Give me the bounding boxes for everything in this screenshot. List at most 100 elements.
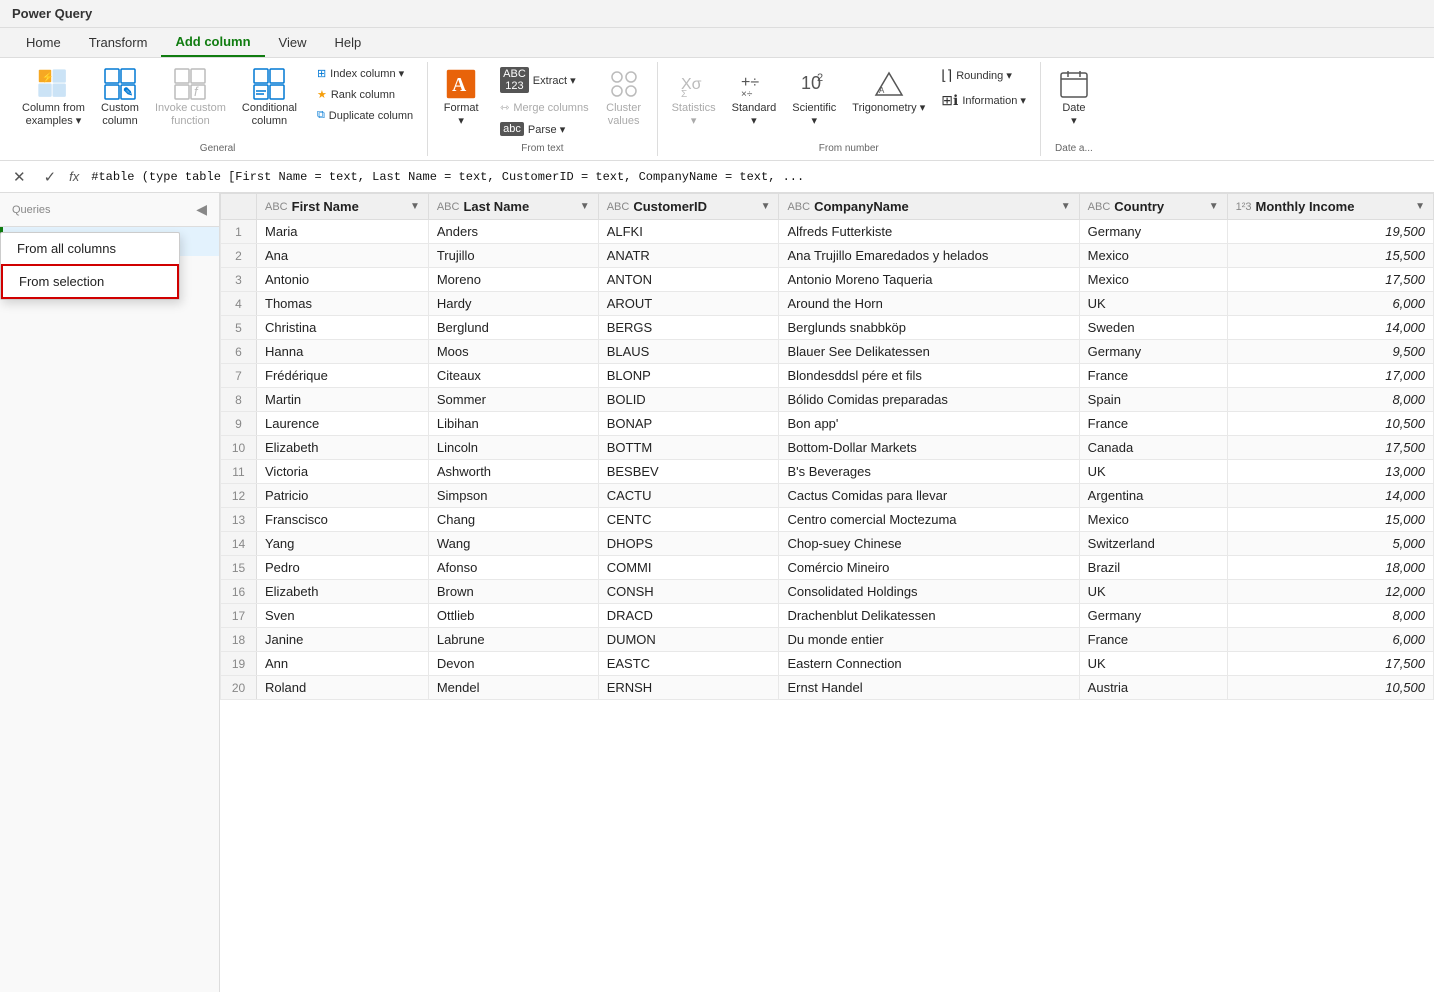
table-cell: Germany: [1079, 340, 1227, 364]
merge-columns-label: Merge columns: [513, 102, 588, 114]
table-cell: Ernst Handel: [779, 676, 1079, 700]
table-cell: 8,000: [1227, 388, 1433, 412]
date-button[interactable]: Date▾: [1049, 64, 1099, 132]
table-cell: Chang: [428, 508, 598, 532]
formula-accept-button[interactable]: ✓: [39, 166, 62, 188]
table-row[interactable]: 20RolandMendelERNSHErnst HandelAustria10…: [221, 676, 1434, 700]
rounding-button[interactable]: ⌊⌉ Rounding ▾: [935, 64, 1032, 87]
parse-button[interactable]: abc Parse ▾: [494, 119, 594, 139]
statistics-button[interactable]: Xσ Σ Statistics▾: [666, 64, 722, 132]
filter-country[interactable]: ▼: [1209, 201, 1219, 212]
rank-column-button[interactable]: ★ Rank column: [311, 85, 419, 104]
cluster-values-button[interactable]: Clustervalues: [599, 64, 649, 132]
extract-button[interactable]: ABC123 Extract ▾: [494, 64, 594, 96]
merge-columns-button[interactable]: ⇿ Merge columns: [494, 98, 594, 117]
svg-text:A: A: [452, 75, 466, 96]
table-row[interactable]: 2AnaTrujilloANATRAna Trujillo Emaredados…: [221, 244, 1434, 268]
sidebar-collapse-button[interactable]: ◀: [196, 201, 207, 218]
row-number: 11: [221, 460, 257, 484]
menu-help[interactable]: Help: [321, 29, 376, 56]
filter-customerid[interactable]: ▼: [761, 201, 771, 212]
table-row[interactable]: 12PatricioSimpsonCACTUCactus Comidas par…: [221, 484, 1434, 508]
table-row[interactable]: 9LaurenceLibihanBONAPBon app'France10,50…: [221, 412, 1434, 436]
row-number: 6: [221, 340, 257, 364]
menu-add-column[interactable]: Add column: [161, 28, 264, 57]
formula-cancel-button[interactable]: ✕: [8, 166, 31, 188]
table-row[interactable]: 3AntonioMorenoANTONAntonio Moreno Taquer…: [221, 268, 1434, 292]
invoke-custom-function-button[interactable]: f Invoke customfunction: [149, 64, 232, 132]
table-row[interactable]: 5ChristinaBerglundBERGSBerglunds snabbkö…: [221, 316, 1434, 340]
menu-home[interactable]: Home: [12, 29, 75, 56]
table-row[interactable]: 8MartinSommerBOLIDBólido Comidas prepara…: [221, 388, 1434, 412]
table-cell: Cactus Comidas para llevar: [779, 484, 1079, 508]
row-number: 10: [221, 436, 257, 460]
format-button[interactable]: A Format▾: [436, 64, 486, 132]
table-row[interactable]: 1MariaAndersALFKIAlfreds FutterkisteGerm…: [221, 220, 1434, 244]
table-cell: Eastern Connection: [779, 652, 1079, 676]
table-cell: 15,000: [1227, 508, 1433, 532]
standard-button[interactable]: +÷ ×÷ Standard▾: [726, 64, 783, 132]
table-cell: Bon app': [779, 412, 1079, 436]
from-number-group-label: From number: [666, 139, 1032, 154]
trigonometry-button[interactable]: A Trigonometry ▾: [846, 64, 931, 119]
extract-icon: ABC123: [500, 67, 529, 93]
table-cell: CENTC: [598, 508, 779, 532]
table-row[interactable]: 19AnnDevonEASTCEastern ConnectionUK17,50…: [221, 652, 1434, 676]
table-row[interactable]: 17SvenOttliebDRACDDrachenblut Delikatess…: [221, 604, 1434, 628]
filter-companyname[interactable]: ▼: [1061, 201, 1071, 212]
table-row[interactable]: 15PedroAfonsoCOMMIComércio MineiroBrazil…: [221, 556, 1434, 580]
rounding-label: Rounding ▾: [956, 69, 1012, 82]
menu-view[interactable]: View: [265, 29, 321, 56]
table-cell: Moreno: [428, 268, 598, 292]
trigonometry-icon: A: [873, 68, 905, 100]
table-row[interactable]: 7FrédériqueCiteauxBLONPBlondesddsl pére …: [221, 364, 1434, 388]
date-icon: [1058, 68, 1090, 100]
conditional-column-button[interactable]: Conditionalcolumn: [236, 64, 303, 132]
row-number: 7: [221, 364, 257, 388]
table-row[interactable]: 10ElizabethLincolnBOTTMBottom-Dollar Mar…: [221, 436, 1434, 460]
table-cell: Brown: [428, 580, 598, 604]
table-cell: BOTTM: [598, 436, 779, 460]
table-row[interactable]: 16ElizabethBrownCONSHConsolidated Holdin…: [221, 580, 1434, 604]
sidebar-header: Queries ◀: [0, 193, 219, 227]
duplicate-column-button[interactable]: ⧉ Duplicate column: [311, 106, 419, 125]
row-number: 19: [221, 652, 257, 676]
menu-transform[interactable]: Transform: [75, 29, 162, 56]
table-cell: BLAUS: [598, 340, 779, 364]
table-row[interactable]: 6HannaMoosBLAUSBlauer See DelikatessenGe…: [221, 340, 1434, 364]
formula-input[interactable]: [91, 170, 1426, 184]
information-button[interactable]: ⊞ℹ Information ▾: [935, 89, 1032, 112]
filter-firstname[interactable]: ▼: [410, 201, 420, 212]
table-cell: Alfreds Futterkiste: [779, 220, 1079, 244]
information-icon: ⊞ℹ: [941, 92, 958, 109]
index-column-label: Index column ▾: [330, 67, 404, 80]
table-row[interactable]: 4ThomasHardyAROUTAround the HornUK6,000: [221, 292, 1434, 316]
filter-lastname[interactable]: ▼: [580, 201, 590, 212]
table-cell: Canada: [1079, 436, 1227, 460]
index-column-button[interactable]: ⊞ Index column ▾: [311, 64, 419, 83]
custom-column-button[interactable]: ✎ Customcolumn: [95, 64, 145, 132]
table-cell: Janine: [257, 628, 429, 652]
data-area[interactable]: ABC First Name ▼ ABC Last Name ▼: [220, 193, 1434, 992]
standard-icon: +÷ ×÷: [738, 68, 770, 100]
table-cell: COMMI: [598, 556, 779, 580]
col-header-rownum: [221, 194, 257, 220]
column-from-examples-button[interactable]: ⚡ Column fromexamples ▾: [16, 64, 91, 132]
table-row[interactable]: 11VictoriaAshworthBESBEVB's BeveragesUK1…: [221, 460, 1434, 484]
table-cell: B's Beverages: [779, 460, 1079, 484]
filter-monthlyincome[interactable]: ▼: [1415, 201, 1425, 212]
dropdown-from-selection[interactable]: From selection: [1, 264, 179, 299]
dropdown-from-all-columns[interactable]: From all columns: [1, 233, 179, 264]
table-row[interactable]: 13FransciscoChangCENTCCentro comercial M…: [221, 508, 1434, 532]
table-cell: 8,000: [1227, 604, 1433, 628]
table-cell: Ashworth: [428, 460, 598, 484]
table-cell: 17,500: [1227, 268, 1433, 292]
table-row[interactable]: 18JanineLabruneDUMONDu monde entierFranc…: [221, 628, 1434, 652]
table-cell: ERNSH: [598, 676, 779, 700]
table-row[interactable]: 14YangWangDHOPSChop-suey ChineseSwitzerl…: [221, 532, 1434, 556]
scientific-button[interactable]: 10 2 Scientific▾: [786, 64, 842, 132]
table-cell: 5,000: [1227, 532, 1433, 556]
from-text-group-label: From text: [436, 139, 648, 154]
table-cell: ANTON: [598, 268, 779, 292]
main-area: Queries ◀ ⊞ Query From all columns From …: [0, 193, 1434, 992]
